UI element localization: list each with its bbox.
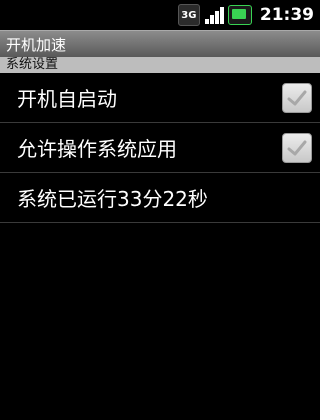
page-title: 开机加速	[6, 35, 67, 54]
pref-row-uptime: 系统已运行33分22秒	[0, 173, 320, 223]
network-type-label: 3G	[181, 9, 197, 21]
pref-row-allow-system-apps[interactable]: 允许操作系统应用	[0, 123, 320, 173]
pref-row-autostart[interactable]: 开机自启动	[0, 73, 320, 123]
checkmark-icon	[287, 90, 307, 105]
3g-data-icon: 3G	[177, 4, 200, 26]
pref-label-autostart: 开机自启动	[17, 87, 117, 111]
section-header: 系统设置	[0, 57, 320, 73]
uptime-label: 系统已运行33分22秒	[17, 187, 208, 211]
checkmark-icon	[287, 140, 307, 155]
pref-label-allow-system-apps: 允许操作系统应用	[17, 137, 177, 161]
title-bar: 开机加速	[0, 30, 320, 57]
status-bar: 3G 21:39	[0, 0, 320, 30]
signal-strength-icon	[204, 6, 224, 24]
allow-system-apps-checkbox[interactable]	[282, 132, 312, 163]
autostart-checkbox[interactable]	[282, 82, 312, 113]
status-time: 21:39	[259, 5, 314, 25]
battery-charging-icon	[227, 5, 252, 25]
